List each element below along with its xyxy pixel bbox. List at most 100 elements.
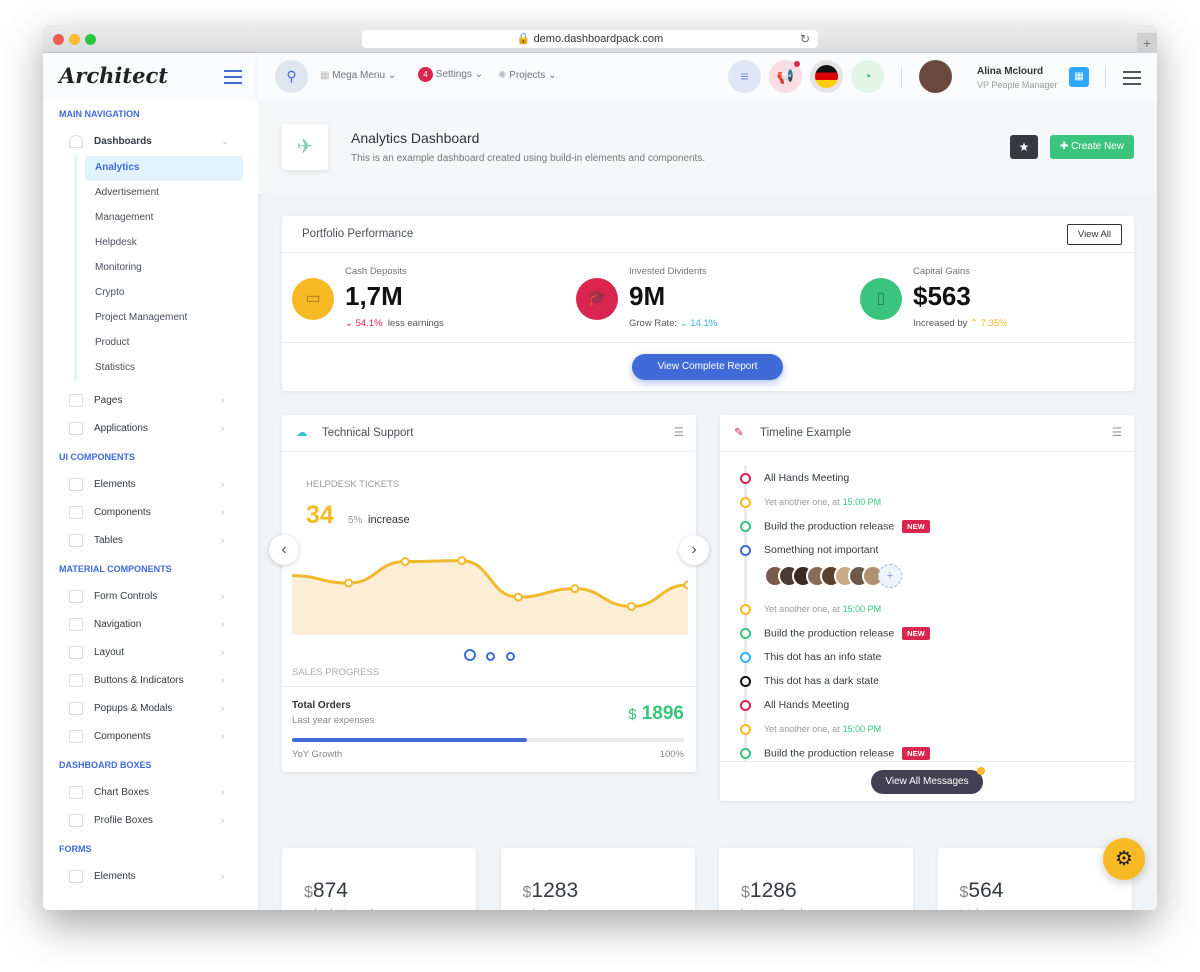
layout-icon [69,646,83,659]
menu-icon[interactable] [1123,71,1141,89]
total-orders-title: Total Orders [292,700,351,711]
chevron-right-icon: › [221,731,225,742]
sidebar-item-label: Profile Boxes [94,815,153,826]
portfolio-metric: 🎓 Invested Dividents 9M Grow Rate: ⌄ 14.… [576,266,846,336]
stat-value: $874 [304,879,348,903]
mega-menu-label: Mega Menu [332,70,386,81]
sidebar-item-navigation[interactable]: Navigation › [43,611,258,639]
menu-icon[interactable]: ☰ [674,415,684,452]
new-badge: NEW [902,747,930,760]
calendar-icon[interactable]: ▦ [1069,67,1089,87]
grid-menu-icon[interactable]: ≡ [728,60,761,93]
new-tab-button[interactable]: + [1137,33,1157,53]
megaphone-icon[interactable]: 📢 [769,60,802,93]
metric-label: Invested Dividents [629,266,707,277]
carousel-dot-active[interactable] [464,649,476,661]
section-forms: FORMS [59,844,92,854]
chevron-right-icon: › [221,871,225,882]
sidebar-item-label: Chart Boxes [94,787,150,798]
sidebar-item-label: Form Controls [94,591,158,602]
sidebar-subitem-management[interactable]: Management [85,206,243,231]
language-flag-de[interactable] [810,60,843,93]
projects-dropdown[interactable]: ✺ Projects ⌄ [498,70,556,81]
timeline-text: This dot has a dark state [764,675,879,687]
sidebar-subitem-monitoring[interactable]: Monitoring [85,256,243,281]
close-window-button[interactable] [53,34,64,45]
view-all-messages-button[interactable]: View All Messages [871,770,983,794]
metric-label: Capital Gains [913,266,971,277]
view-all-button[interactable]: View All [1066,224,1122,245]
timeline-row: Build the production release NEW [764,747,930,760]
add-avatar-button[interactable]: + [878,564,902,588]
carousel-dot[interactable] [486,652,496,661]
menu-icon[interactable]: ☰ [1112,415,1122,452]
timeline-row: Build the production release NEW [764,520,930,533]
user-avatar[interactable] [919,60,952,93]
timeline-dot [740,628,751,639]
search-icon[interactable]: ⚲ [275,60,308,93]
progress-fill [292,738,528,742]
sidebar-item-buttons-indicators[interactable]: Buttons & Indicators › [43,667,258,695]
yoy-growth-label: YoY Growth [292,749,343,760]
divider [1105,66,1106,88]
change-arrow-icon: ⌃ [970,318,979,329]
stat-label: last month sales [741,908,813,910]
sidebar-item-components[interactable]: Components › [43,723,258,751]
settings-gear-button[interactable]: ⚙ [1103,838,1145,880]
sidebar-subitem-project-management[interactable]: Project Management [85,306,243,331]
create-new-button[interactable]: ✚ Create New [1050,135,1134,159]
chevron-right-icon: › [221,479,225,490]
sidebar-item-tables[interactable]: Tables › [43,527,258,555]
view-complete-report-button[interactable]: View Complete Report [632,354,783,380]
timeline-text: Build the production release [764,627,895,640]
sidebar-item-label: Applications [94,423,148,434]
sidebar-toggle-icon[interactable] [224,70,242,88]
timeline-time: 15:00 PM [842,724,882,734]
pie-chart-icon[interactable]: ◔ [851,60,884,93]
change-value: 14.1% [690,318,718,329]
sidebar-item-layout[interactable]: Layout › [43,639,258,667]
sidebar-item-dashboards[interactable]: Dashboards ⌄ [43,128,258,156]
timeline-dot [740,545,751,556]
minimize-window-button[interactable] [69,34,80,45]
divider [901,66,902,88]
sidebar-subitem-crypto[interactable]: Crypto [85,281,243,306]
section-main-navigation: MAIN NAVIGATION [59,109,140,119]
sparkline-point [513,592,523,602]
change-value: 7.35% [980,318,1008,329]
maximize-window-button[interactable] [85,34,96,45]
carousel-next-button[interactable]: › [679,535,709,565]
stat-number: 1286 [749,879,797,902]
timeline-dot [740,604,751,615]
sidebar-subitem-product[interactable]: Product [85,331,243,356]
mega-menu-dropdown[interactable]: ▦ Mega Menu ⌄ [320,70,396,81]
timeline-row: Yet another one, at 15:00 PM [764,603,881,615]
settings-dropdown[interactable]: 4 Settings ⌄ [418,67,483,82]
sidebar-subitem-advertisement[interactable]: Advertisement [85,181,243,206]
sidebar-subitem-helpdesk[interactable]: Helpdesk [85,231,243,256]
stat-label: total revenue [960,908,1018,910]
sidebar-item-components[interactable]: Components › [43,499,258,527]
reload-icon[interactable]: ↻ [800,30,810,48]
sidebar-item-pages[interactable]: Pages › [43,387,258,415]
carousel-dot[interactable] [505,652,515,661]
currency: $ [628,706,637,723]
user-role: VP People Manager [977,80,1058,90]
sidebar-item-elements[interactable]: Elements › [43,471,258,499]
sidebar-item-label: Components [94,731,151,742]
chevron-right-icon: › [221,703,225,714]
chart-boxes-icon [69,786,83,799]
favorite-star-button[interactable]: ★ [1010,135,1038,159]
sidebar-item-form-controls[interactable]: Form Controls › [43,583,258,611]
section-ui-components: UI COMPONENTS [59,452,136,462]
sidebar-item-profile-boxes[interactable]: Profile Boxes › [43,807,258,835]
sidebar-item-popups-modals[interactable]: Popups & Modals › [43,695,258,723]
sidebar-item-elements[interactable]: Elements › [43,863,258,891]
carousel-prev-button[interactable]: ‹ [269,535,299,565]
sidebar-subitem-statistics[interactable]: Statistics [85,356,243,381]
sidebar-item-applications[interactable]: Applications › [43,415,258,443]
address-bar[interactable]: 🔒 demo.dashboardpack.com ↻ [362,30,818,48]
sidebar-subitem-analytics[interactable]: Analytics [85,156,243,181]
sidebar-item-chart-boxes[interactable]: Chart Boxes › [43,779,258,807]
timeline-text: All Hands Meeting [764,699,850,711]
